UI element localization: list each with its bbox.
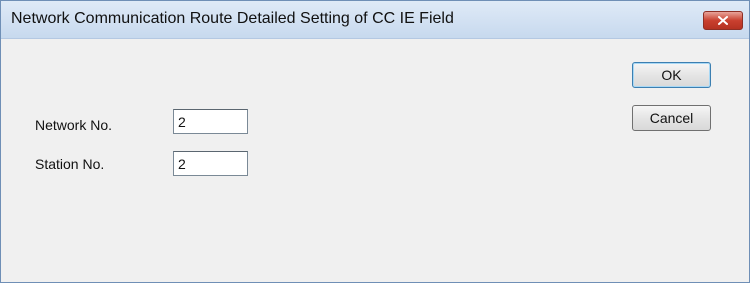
dialog-body: Network No. Station No. OK Cancel [1, 39, 749, 282]
network-no-field[interactable] [173, 109, 248, 134]
cancel-button[interactable]: Cancel [632, 105, 711, 131]
window-title: Network Communication Route Detailed Set… [11, 10, 454, 27]
network-no-label: Network No. [35, 117, 113, 133]
title-bar[interactable]: Network Communication Route Detailed Set… [1, 1, 749, 39]
close-icon [718, 16, 728, 25]
dialog-window: Network Communication Route Detailed Set… [0, 0, 750, 283]
station-no-field[interactable] [173, 151, 248, 176]
station-no-label: Station No. [35, 156, 105, 172]
ok-button[interactable]: OK [632, 62, 711, 88]
close-button[interactable] [703, 11, 743, 30]
